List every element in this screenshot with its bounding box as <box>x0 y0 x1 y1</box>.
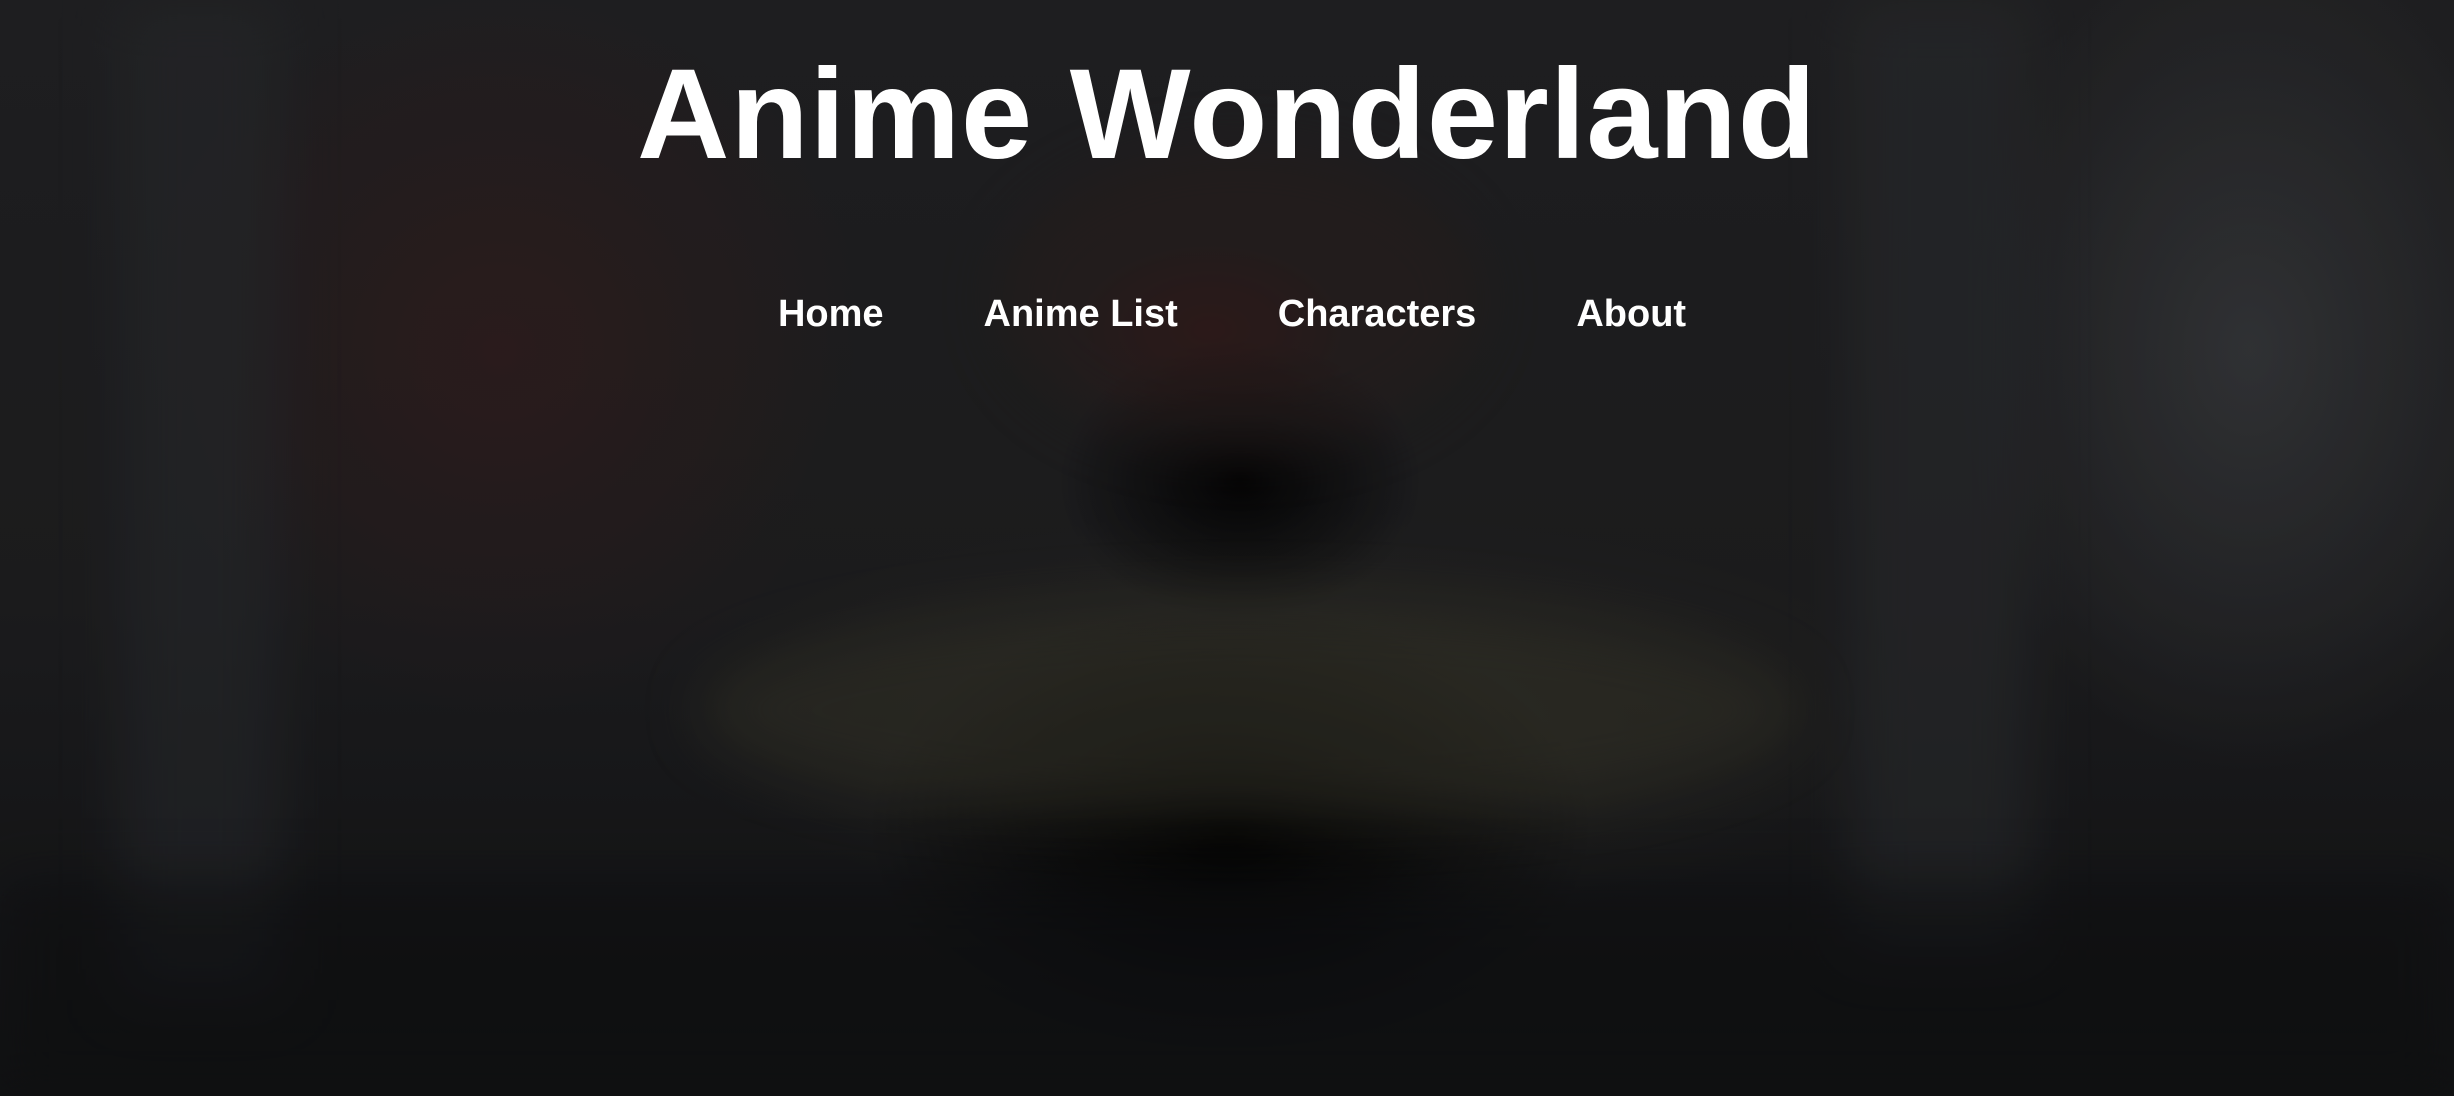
site-title: Anime Wonderland <box>637 43 1817 186</box>
site-header: Anime Wonderland Home Anime List Charact… <box>0 0 2454 336</box>
main-navigation: Home Anime List Characters About <box>0 292 2454 336</box>
nav-link-characters[interactable]: Characters <box>1278 292 1477 336</box>
nav-link-about[interactable]: About <box>1576 292 1686 336</box>
nav-link-anime-list[interactable]: Anime List <box>984 292 1178 336</box>
nav-link-home[interactable]: Home <box>778 292 884 336</box>
page: Anime Wonderland Home Anime List Charact… <box>0 0 2454 1096</box>
